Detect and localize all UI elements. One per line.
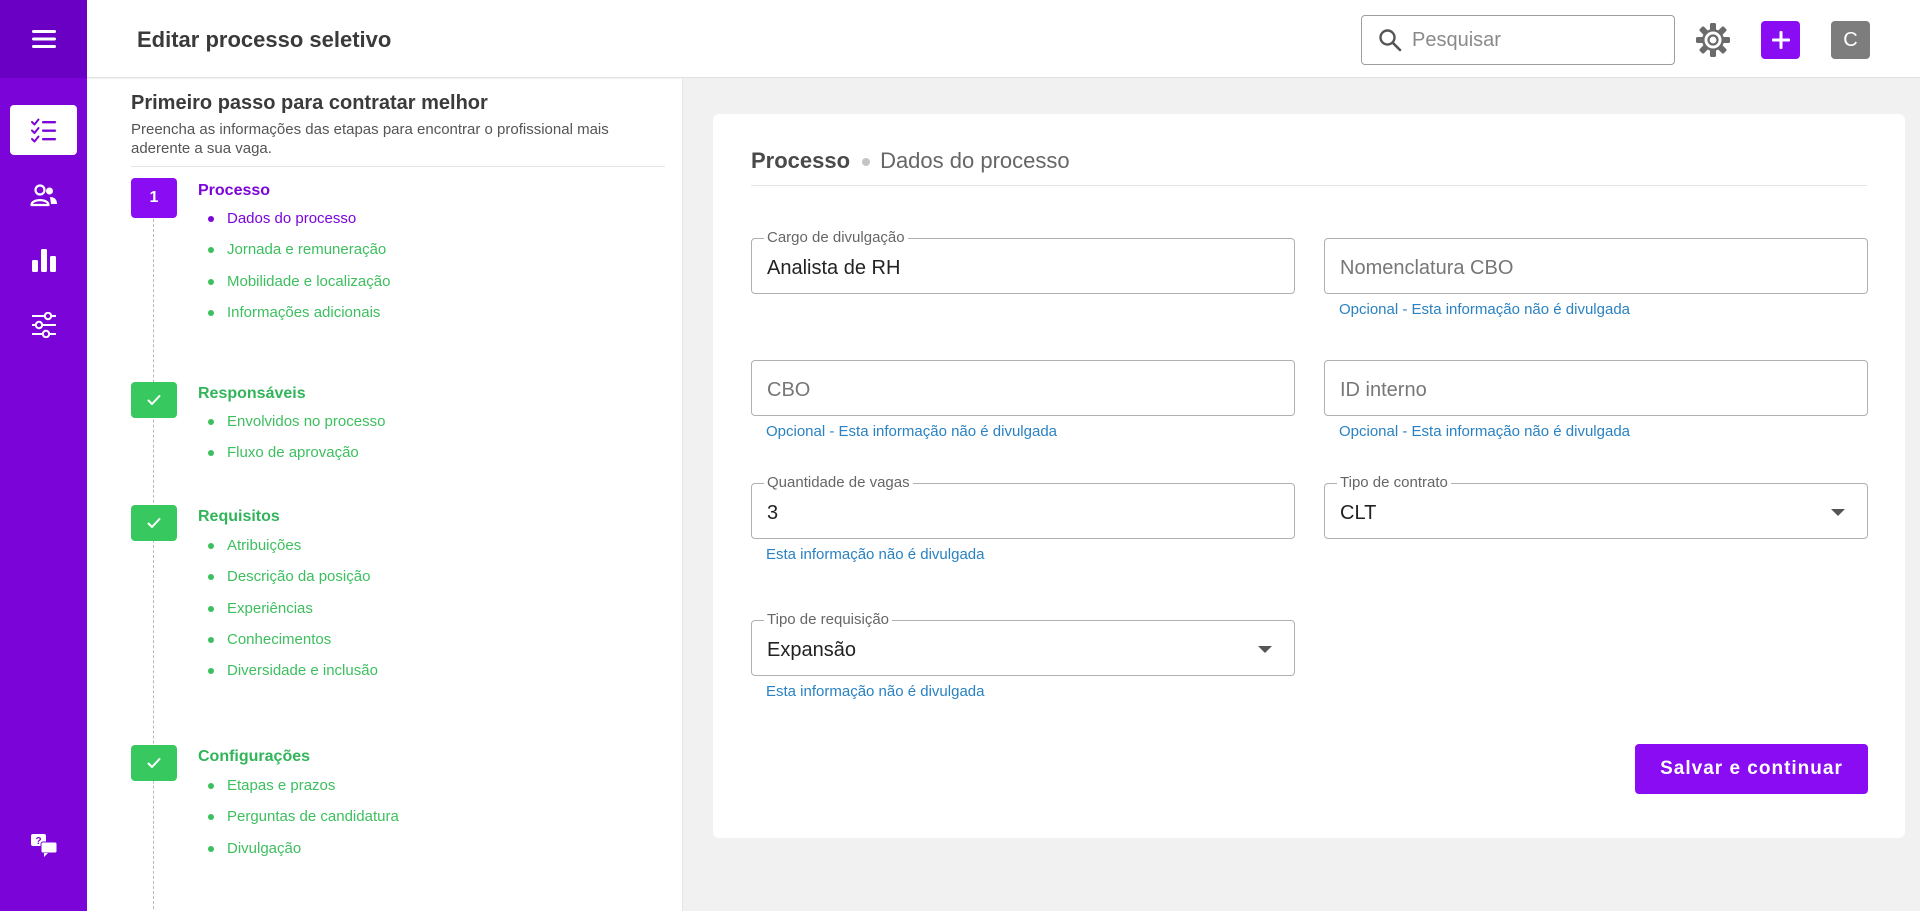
- field-value: Analista de RH: [767, 257, 901, 279]
- step-4-done[interactable]: [131, 745, 177, 781]
- rail-item-reports[interactable]: [10, 235, 77, 285]
- page-title: Editar processo seletivo: [137, 27, 392, 52]
- dropdown-arrow-icon: [1831, 509, 1845, 516]
- search-box[interactable]: [1361, 15, 1675, 65]
- form-card: Processo Dados do processo Cargo de divu…: [713, 114, 1905, 838]
- sliders-icon: [31, 312, 56, 338]
- substep-item[interactable]: Conhecimentos: [208, 631, 378, 662]
- step-title-responsaveis[interactable]: Responsáveis: [198, 385, 306, 403]
- substep-item[interactable]: Informações adicionais: [207, 304, 390, 335]
- substep-item[interactable]: Descrição da posição: [208, 568, 378, 599]
- field-label: Tipo de contrato: [1337, 475, 1451, 491]
- substeps-configuracoes: Etapas e prazos Perguntas de candidatura…: [208, 777, 399, 871]
- substeps-requisitos: Atribuições Descrição da posição Experiê…: [208, 537, 378, 693]
- cargo-field[interactable]: Cargo de divulgação Analista de RH: [751, 230, 1295, 294]
- gear-icon: [1696, 23, 1730, 57]
- step-title-configuracoes[interactable]: Configurações: [198, 748, 310, 766]
- plus-icon: [1771, 31, 1790, 49]
- tipo-requisicao-select[interactable]: Tipo de requisição Expansão: [751, 612, 1295, 676]
- check-icon: [147, 758, 161, 768]
- step-title-processo[interactable]: Processo: [198, 182, 270, 200]
- substep-item[interactable]: Atribuições: [208, 537, 378, 568]
- breadcrumb-main: Processo: [751, 148, 851, 173]
- steps-title: Primeiro passo para contratar melhor: [131, 92, 488, 114]
- top-bar: Editar processo seletivo Pesquisar C: [87, 0, 1920, 78]
- search-input[interactable]: [1412, 28, 1652, 52]
- dropdown-arrow-icon: [1258, 646, 1272, 653]
- step-1-number[interactable]: 1: [131, 178, 177, 218]
- field-label: Tipo de requisição: [764, 612, 893, 628]
- users-icon: [29, 184, 57, 207]
- field-placeholder: CBO: [767, 379, 811, 401]
- field-label: Quantidade de vagas: [764, 475, 913, 491]
- bar-chart-icon: [31, 249, 56, 272]
- substeps-processo: Dados do processo Jornada e remuneração …: [207, 210, 390, 335]
- substep-item[interactable]: Dados do processo: [207, 210, 390, 241]
- tipo-contrato-select[interactable]: Tipo de contrato CLT: [1324, 475, 1868, 539]
- helper-text: Opcional - Esta informação não é divulga…: [766, 423, 1058, 440]
- breadcrumb: Processo Dados do processo: [751, 148, 1867, 186]
- steps-panel: Primeiro passo para contratar melhor Pre…: [87, 79, 683, 911]
- checklist-icon: [30, 118, 56, 143]
- steps-timeline-line: [153, 219, 154, 911]
- helper-text: Esta informação não é divulgada: [766, 683, 985, 700]
- search-icon: [1379, 29, 1402, 52]
- rail-item-help[interactable]: ?: [10, 820, 77, 870]
- quantidade-vagas-field[interactable]: Quantidade de vagas 3: [751, 475, 1295, 539]
- field-value: CLT: [1340, 502, 1377, 524]
- substep-item[interactable]: Jornada e remuneração: [207, 241, 390, 272]
- steps-description: Preencha as informações das etapas para …: [131, 121, 609, 157]
- rail-item-settings[interactable]: [10, 300, 77, 350]
- hamburger-icon: [31, 30, 56, 48]
- field-value: Expansão: [767, 639, 856, 661]
- field-placeholder: ID interno: [1340, 379, 1427, 401]
- side-rail: ?: [0, 0, 87, 911]
- step-3-done[interactable]: [131, 505, 177, 541]
- save-and-continue-button[interactable]: Salvar e continuar: [1635, 744, 1868, 794]
- step-title-requisitos[interactable]: Requisitos: [198, 508, 280, 526]
- avatar[interactable]: C: [1831, 21, 1870, 59]
- helper-text: Opcional - Esta informação não é divulga…: [1339, 423, 1631, 440]
- substep-item[interactable]: Envolvidos no processo: [207, 413, 385, 444]
- add-button[interactable]: [1761, 21, 1800, 59]
- rail-item-processes[interactable]: [10, 105, 77, 155]
- field-placeholder: Nomenclatura CBO: [1340, 257, 1514, 279]
- check-icon: [147, 518, 161, 528]
- settings-button[interactable]: [1693, 20, 1733, 60]
- field-value: 3: [767, 502, 779, 524]
- field-label: Cargo de divulgação: [764, 230, 908, 246]
- breadcrumb-sub: Dados do processo: [880, 148, 1070, 173]
- id-interno-field[interactable]: ID interno: [1324, 360, 1868, 416]
- rail-item-people[interactable]: [10, 170, 77, 220]
- menu-button[interactable]: [0, 0, 87, 78]
- substep-item[interactable]: Experiências: [208, 600, 378, 631]
- breadcrumb-separator: [862, 158, 871, 166]
- check-icon: [147, 395, 161, 405]
- substep-item[interactable]: Etapas e prazos: [208, 777, 399, 808]
- substep-item[interactable]: Divulgação: [208, 840, 399, 871]
- helper-text: Esta informação não é divulgada: [766, 546, 985, 563]
- help-chat-icon: ?: [30, 834, 57, 857]
- helper-text: Opcional - Esta informação não é divulga…: [1339, 301, 1631, 318]
- step-2-done[interactable]: [131, 382, 177, 418]
- nomenclatura-cbo-field[interactable]: Nomenclatura CBO: [1324, 238, 1868, 294]
- substeps-responsaveis: Envolvidos no processo Fluxo de aprovaçã…: [207, 413, 385, 476]
- substep-item[interactable]: Mobilidade e localização: [207, 273, 390, 304]
- divider: [131, 166, 665, 167]
- substep-item[interactable]: Perguntas de candidatura: [208, 808, 399, 839]
- substep-item[interactable]: Diversidade e inclusão: [208, 662, 378, 693]
- substep-item[interactable]: Fluxo de aprovação: [207, 444, 385, 475]
- cbo-field[interactable]: CBO: [751, 360, 1295, 416]
